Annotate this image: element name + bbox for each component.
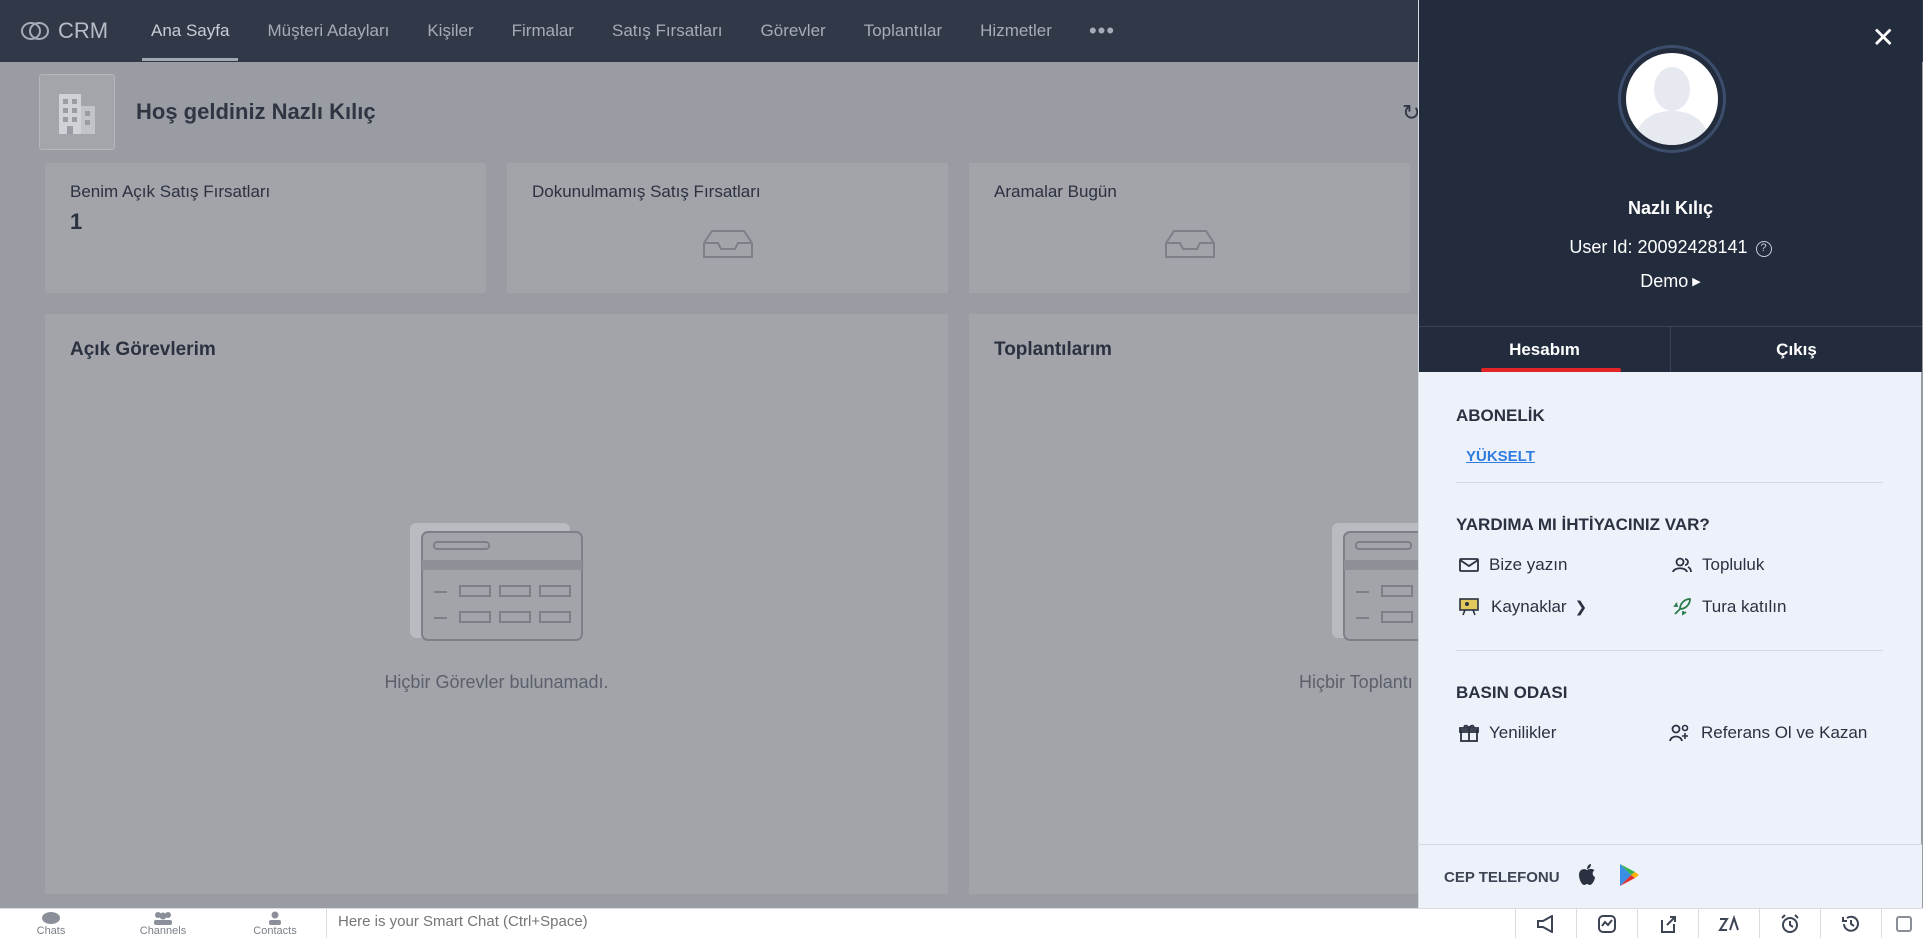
tab-firmalar[interactable]: Firmalar (493, 0, 593, 62)
empty-state-text: Hiçbir Görevler bulunamadı. (384, 672, 609, 692)
smart-chat-input[interactable] (338, 913, 1138, 930)
announcement-icon[interactable] (1515, 909, 1576, 938)
user-silhouette-icon (1634, 67, 1710, 145)
welcome-header: Hoş geldiniz Nazlı Kılıç (39, 74, 376, 150)
community-icon (1672, 557, 1692, 573)
person-icon (269, 911, 281, 925)
divider (326, 909, 327, 938)
stat-card-title: Dokunulmamış Satış Fırsatları (532, 182, 761, 201)
tab-ana-sayfa[interactable]: Ana Sayfa (132, 0, 248, 62)
user-id-line: User Id: 20092428141? (1419, 237, 1922, 258)
mobile-apps-bar: CEP TELEFONU (1419, 844, 1922, 908)
group-icon (154, 912, 172, 925)
empty-table-illustration (1332, 523, 1419, 641)
stat-card-calls-today[interactable]: Aramalar Bugün (969, 163, 1410, 293)
referral-label: Referans Ol ve Kazan (1701, 723, 1868, 742)
community-link[interactable]: Topluluk (1672, 555, 1764, 575)
help-question-icon[interactable]: ? (1755, 241, 1772, 257)
chevron-right-icon: ❯ (1574, 599, 1588, 616)
tour-link[interactable]: Tura katılın (1672, 597, 1786, 617)
panel-title: Açık Görevlerim (70, 339, 216, 360)
profile-header: ✕ Nazlı Kılıç User Id: 20092428141? Demo… (1419, 0, 1922, 326)
tab-kisiler[interactable]: Kişiler (408, 0, 492, 62)
chat-bubble-icon (42, 912, 60, 924)
notes-icon[interactable] (1881, 909, 1923, 938)
presentation-icon (1459, 598, 1479, 616)
whats-new-label: Yenilikler (1489, 723, 1557, 742)
brand-name: CRM (58, 18, 109, 43)
crm-logo[interactable]: CRM (0, 18, 126, 44)
contacts-button[interactable]: Contacts (240, 911, 310, 937)
upgrade-link[interactable]: YÜKSELT (1466, 448, 1535, 465)
caret-right-icon: ▶ (1692, 276, 1701, 288)
tab-hizmetler[interactable]: Hizmetler (961, 0, 1071, 62)
tab-satis-firsatlari[interactable]: Satış Fırsatları (593, 0, 742, 62)
alarm-clock-icon[interactable] (1759, 909, 1820, 938)
write-us-label: Bize yazın (1489, 555, 1568, 574)
divider (1456, 650, 1883, 651)
resources-link[interactable]: Kaynaklar ❯ (1459, 597, 1587, 617)
history-icon[interactable] (1820, 909, 1881, 938)
building-icon (39, 74, 115, 150)
meetings-panel: Toplantılarım Hiçbir Toplantı (969, 314, 1419, 894)
tab-my-account[interactable]: Hesabım (1419, 327, 1670, 372)
user-id: User Id: 20092428141 (1569, 237, 1748, 257)
bottom-chat-bar: Chats Channels Contacts (0, 908, 1923, 938)
tab-musteri-adaylari[interactable]: Müşteri Adayları (248, 0, 408, 62)
channels-button[interactable]: Channels (128, 911, 198, 937)
channels-label: Channels (139, 925, 187, 937)
rocket-icon (1673, 598, 1691, 616)
module-tabs: Ana Sayfa Müşteri Adayları Kişiler Firma… (132, 0, 1133, 62)
org-switcher[interactable]: Demo ▶ (1419, 271, 1922, 292)
org-name: Demo (1640, 271, 1689, 291)
account-tabs: Hesabım Çıkış (1419, 326, 1922, 372)
subscription-title: ABONELİK (1456, 406, 1545, 425)
stat-card-title: Benim Açık Satış Fırsatları (70, 182, 271, 201)
empty-state-text: Hiçbir Toplantı (1299, 672, 1413, 692)
empty-inbox-icon (1164, 230, 1215, 258)
mobile-title: CEP TELEFONU (1444, 869, 1560, 886)
avatar[interactable] (1618, 45, 1726, 153)
open-tasks-panel: Açık Görevlerim Hiçbir Görevler bulunama… (45, 314, 948, 894)
tab-toplantilar[interactable]: Toplantılar (845, 0, 961, 62)
google-play-icon[interactable] (1618, 863, 1640, 887)
panel-title: Toplantılarım (994, 339, 1112, 360)
chats-label: Chats (36, 925, 66, 937)
write-us-link[interactable]: Bize yazın (1459, 555, 1567, 575)
help-title: YARDIMA MI İHTİYACINIZ VAR? (1456, 515, 1710, 534)
contacts-label: Contacts (253, 925, 297, 937)
tab-gorevler[interactable]: Görevler (742, 0, 845, 62)
chats-button[interactable]: Chats (16, 911, 86, 937)
tour-label: Tura katılın (1702, 597, 1787, 616)
whats-new-link[interactable]: Yenilikler (1459, 723, 1556, 743)
close-icon[interactable]: ✕ (1872, 24, 1895, 52)
export-icon[interactable] (1637, 909, 1698, 938)
bottom-toolbar (1515, 909, 1923, 938)
zia-icon[interactable] (1698, 909, 1759, 938)
resources-label: Kaynaklar (1491, 597, 1567, 616)
gift-icon (1459, 724, 1479, 742)
stat-card-value: 1 (70, 209, 83, 234)
empty-inbox-icon (702, 230, 753, 258)
stat-card-open-deals[interactable]: Benim Açık Satış Fırsatları 1 (45, 163, 486, 293)
tab-logout[interactable]: Çıkış (1670, 327, 1922, 372)
activity-icon[interactable] (1576, 909, 1637, 938)
press-title: BASIN ODASI (1456, 683, 1568, 702)
user-name: Nazlı Kılıç (1627, 198, 1714, 218)
divider (1456, 482, 1883, 483)
profile-panel: ✕ Nazlı Kılıç User Id: 20092428141? Demo… (1418, 0, 1922, 908)
apple-icon[interactable] (1576, 863, 1598, 887)
stat-card-untouched-deals[interactable]: Dokunulmamış Satış Fırsatları (507, 163, 948, 293)
empty-table-illustration (409, 523, 583, 641)
referral-link[interactable]: Referans Ol ve Kazan (1669, 723, 1867, 743)
welcome-title: Hoş geldiniz Nazlı Kılıç (136, 99, 376, 124)
community-label: Topluluk (1702, 555, 1765, 574)
referral-icon (1669, 724, 1689, 742)
more-modules-icon[interactable]: ••• (1071, 0, 1133, 62)
mail-icon (1459, 558, 1479, 572)
stat-card-title: Aramalar Bugün (994, 182, 1117, 201)
crm-logo-icon (21, 22, 49, 40)
